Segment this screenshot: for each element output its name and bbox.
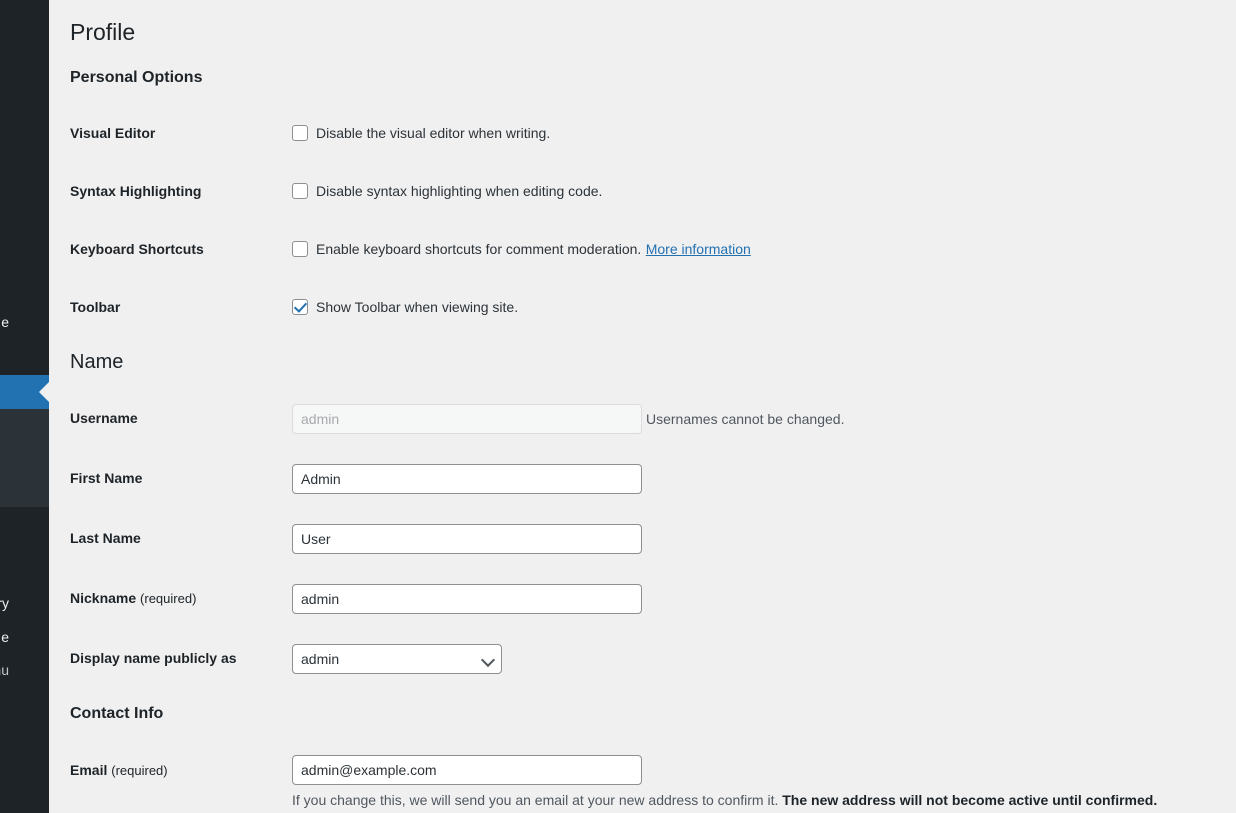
section-heading-name: Name [70, 351, 124, 373]
label-syntax-highlighting: Syntax Highlighting [70, 183, 202, 199]
nickname-input[interactable] [292, 584, 642, 614]
row-visual-editor: Disable the visual editor when writing. [292, 124, 550, 142]
label-last-name: Last Name [70, 530, 141, 546]
row-syntax-highlighting: Disable syntax highlighting when editing… [292, 182, 602, 200]
label-nickname-text: Nickname [70, 590, 137, 606]
page-title: Profile [70, 19, 136, 45]
sidebar-item-fragment[interactable]: ary [0, 596, 9, 610]
label-username: Username [70, 410, 138, 426]
label-visual-editor: Visual Editor [70, 125, 156, 141]
profile-page: e ary e nu Profile Personal Options Visu… [0, 0, 1236, 813]
label-nickname-required: (required) [140, 591, 197, 606]
email-note: If you change this, we will send you an … [292, 791, 1157, 809]
row-keyboard-shortcuts: Enable keyboard shortcuts for comment mo… [292, 240, 751, 258]
admin-sidebar: e ary e nu [0, 0, 49, 813]
email-note-plain: If you change this, we will send you an … [292, 792, 783, 808]
sidebar-item-fragment[interactable]: e [1, 315, 9, 329]
keyboard-shortcuts-checkbox-label: Enable keyboard shortcuts for comment mo… [316, 241, 642, 257]
first-name-input[interactable] [292, 464, 642, 494]
username-note: Usernames cannot be changed. [646, 411, 845, 427]
last-name-input[interactable] [292, 524, 642, 554]
label-display-name: Display name publicly as [70, 650, 237, 666]
row-toolbar: Show Toolbar when viewing site. [292, 298, 518, 316]
syntax-highlighting-checkbox[interactable] [292, 183, 308, 199]
section-heading-contact-info: Contact Info [70, 705, 164, 722]
username-input [292, 404, 642, 434]
keyboard-shortcuts-checkbox[interactable] [292, 241, 308, 257]
sidebar-item-active[interactable] [0, 375, 49, 409]
display-name-select-box[interactable]: admin [292, 644, 502, 674]
label-first-name: First Name [70, 470, 143, 486]
syntax-highlighting-checkbox-label: Disable syntax highlighting when editing… [316, 183, 603, 199]
profile-content: Profile Personal Options Visual Editor D… [49, 0, 1236, 813]
toolbar-checkbox[interactable] [292, 299, 308, 315]
label-nickname: Nickname (required) [70, 589, 196, 608]
label-keyboard-shortcuts: Keyboard Shortcuts [70, 241, 204, 257]
sidebar-active-arrow-icon [39, 381, 49, 403]
label-email-text: Email [70, 762, 108, 778]
more-information-link[interactable]: More information [646, 241, 751, 257]
label-toolbar: Toolbar [70, 299, 121, 315]
visual-editor-checkbox[interactable] [292, 125, 308, 141]
display-name-selected-value: admin [301, 651, 340, 667]
sidebar-item-fragment[interactable]: e [1, 630, 9, 644]
visual-editor-checkbox-label: Disable the visual editor when writing. [316, 125, 551, 141]
display-name-select[interactable]: admin [292, 644, 502, 674]
email-input[interactable] [292, 755, 642, 785]
toolbar-checkbox-label: Show Toolbar when viewing site. [316, 299, 519, 315]
sidebar-collapse-menu-fragment[interactable]: nu [0, 663, 9, 677]
label-email-required: (required) [111, 763, 168, 778]
email-note-bold: The new address will not become active u… [782, 792, 1158, 808]
chevron-down-icon [483, 655, 492, 664]
sidebar-submenu[interactable] [0, 409, 49, 507]
section-heading-personal-options: Personal Options [70, 69, 203, 86]
label-email: Email (required) [70, 761, 168, 780]
